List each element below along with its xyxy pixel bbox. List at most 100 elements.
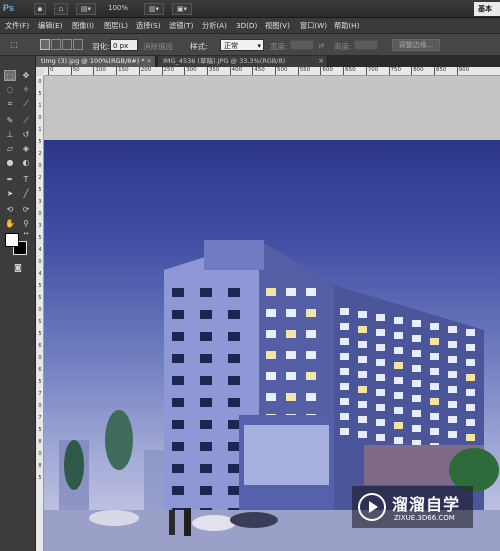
ruler-tick: [343, 67, 345, 75]
refine-edge-button[interactable]: 调整边缘...: [392, 39, 440, 51]
lasso-tool-icon[interactable]: ◌: [4, 84, 16, 95]
marquee-preset-icon[interactable]: ⬚: [8, 39, 20, 50]
menu-bar: 文件(F) 编辑(E) 图像(I) 图层(L) 选择(S) 滤镜(T) 分析(A…: [0, 18, 500, 34]
shape-tool-icon[interactable]: ╱: [20, 188, 32, 199]
ruler-tick-label: 5: [38, 295, 42, 301]
new-selection-icon[interactable]: [40, 39, 50, 50]
window: [466, 419, 475, 426]
eraser-tool-icon[interactable]: ▱: [4, 143, 16, 154]
window: [200, 486, 212, 495]
path-selection-tool-icon[interactable]: ➤: [4, 188, 16, 199]
crop-tool-icon[interactable]: ⌗: [4, 98, 16, 109]
ruler-tick: [206, 67, 208, 75]
ruler-tick-label: 250: [163, 67, 175, 73]
height-label: 高度:: [334, 42, 352, 51]
window: [412, 395, 421, 402]
view-extras-dropdown[interactable]: ▤▾: [76, 3, 96, 15]
window: [376, 374, 385, 381]
style-select[interactable]: 正常 ▾: [220, 39, 264, 51]
tab-img-4536[interactable]: IMG_4536 (草稿).JPG @ 33.3%(RGB/8) ×: [158, 56, 328, 67]
workspace-switcher[interactable]: 基本: [474, 2, 500, 16]
arrange-documents-dropdown[interactable]: ▥▾: [144, 3, 164, 15]
ruler-tick: [320, 67, 322, 75]
hand-tool-icon[interactable]: ✋: [4, 218, 16, 229]
gradient-tool-icon[interactable]: ◈: [20, 143, 32, 154]
ruler-origin[interactable]: [36, 67, 44, 76]
3d-rotate-tool-icon[interactable]: ⟲: [4, 204, 16, 215]
screen-mode-dropdown[interactable]: ▣▾: [172, 3, 192, 15]
document-tab-bar: timg (3).jpg @ 100%(RGB/8#) * × IMG_4536…: [36, 56, 500, 67]
ruler-tick: [433, 67, 435, 75]
window: [228, 332, 240, 341]
window: [376, 404, 385, 411]
window: [430, 323, 439, 330]
pen-tool-icon[interactable]: ✒: [4, 174, 16, 185]
menu-filter[interactable]: 滤镜(T): [169, 21, 193, 31]
swap-icon[interactable]: ⇄: [318, 41, 324, 50]
swap-colors-icon[interactable]: ↔: [20, 228, 32, 239]
type-tool-icon[interactable]: T: [20, 174, 32, 185]
window: [286, 309, 296, 317]
window: [358, 341, 367, 348]
ruler-tick-label: 5: [38, 139, 42, 145]
window: [200, 464, 212, 473]
menu-analysis[interactable]: 分析(A): [202, 21, 227, 31]
foreground-color-swatch[interactable]: [5, 233, 19, 247]
window: [306, 288, 316, 296]
subtract-selection-icon[interactable]: [62, 39, 72, 50]
feather-input[interactable]: 0 px: [110, 39, 138, 51]
menu-3d[interactable]: 3D(D): [236, 21, 257, 30]
antialias-checkbox[interactable]: 消除锯齿: [143, 41, 173, 52]
clone-stamp-tool-icon[interactable]: ⊥: [4, 129, 16, 140]
magic-wand-tool-icon[interactable]: ✧: [20, 84, 32, 95]
move-tool-icon[interactable]: ✥: [20, 70, 32, 81]
ruler-tick-label: 100: [95, 67, 106, 73]
ruler-tick-label: 4: [38, 247, 42, 253]
dodge-tool-icon[interactable]: ◐: [20, 157, 32, 168]
menu-select[interactable]: 选择(S): [136, 21, 161, 31]
window: [358, 416, 367, 423]
menu-file[interactable]: 文件(F): [5, 21, 29, 31]
zoom-dropdown[interactable]: 100%: [108, 4, 128, 12]
close-icon[interactable]: ×: [146, 56, 152, 67]
menu-edit[interactable]: 编辑(E): [38, 21, 63, 31]
menu-help[interactable]: 帮助(H): [334, 21, 359, 31]
quick-mask-icon[interactable]: ◙: [12, 262, 24, 273]
ruler-tick-label: 0: [38, 403, 42, 409]
window: [172, 288, 184, 297]
menu-view[interactable]: 视图(V): [265, 21, 290, 31]
window: [228, 288, 240, 297]
ruler-tick: [252, 67, 254, 75]
blur-tool-icon[interactable]: ●: [4, 157, 16, 168]
add-to-selection-icon[interactable]: [51, 39, 61, 50]
window: [358, 311, 367, 318]
tab-timg[interactable]: timg (3).jpg @ 100%(RGB/8#) * ×: [36, 56, 156, 67]
healing-brush-tool-icon[interactable]: ✎: [4, 115, 16, 126]
vertical-ruler[interactable]: 0510152025303540455055606570758085: [36, 67, 44, 551]
window: [200, 420, 212, 429]
menu-window[interactable]: 窗口(W): [300, 21, 327, 31]
horizontal-ruler[interactable]: 0 50 100 150 200 250 300 350 400 450 500 550 600 650 7…: [44, 67, 500, 76]
mini-bridge-icon[interactable]: ▫: [54, 3, 68, 15]
window: [286, 351, 296, 359]
eyedropper-tool-icon[interactable]: ⟋: [20, 98, 32, 109]
window: [412, 425, 421, 432]
width-input[interactable]: [290, 40, 314, 50]
ruler-tick-label: 0: [38, 115, 42, 121]
intersect-selection-icon[interactable]: [73, 39, 83, 50]
window: [266, 288, 276, 296]
ruler-tick-label: 700: [367, 67, 379, 73]
ruler-tick-label: 0: [38, 79, 42, 85]
history-brush-tool-icon[interactable]: ↺: [20, 129, 32, 140]
3d-camera-tool-icon[interactable]: ⟳: [20, 204, 32, 215]
height-input[interactable]: [354, 40, 378, 50]
marquee-tool-icon[interactable]: ⬚: [4, 70, 16, 81]
menu-layer[interactable]: 图层(L): [104, 21, 128, 31]
menu-image[interactable]: 图像(I): [72, 21, 94, 31]
window: [266, 309, 276, 317]
close-icon[interactable]: ×: [318, 56, 324, 67]
brush-tool-icon[interactable]: ⟋: [20, 115, 32, 126]
bridge-icon[interactable]: ▪: [34, 3, 46, 15]
watermark-title: 溜溜自学: [392, 495, 461, 514]
feather-label: 羽化:: [92, 42, 110, 51]
